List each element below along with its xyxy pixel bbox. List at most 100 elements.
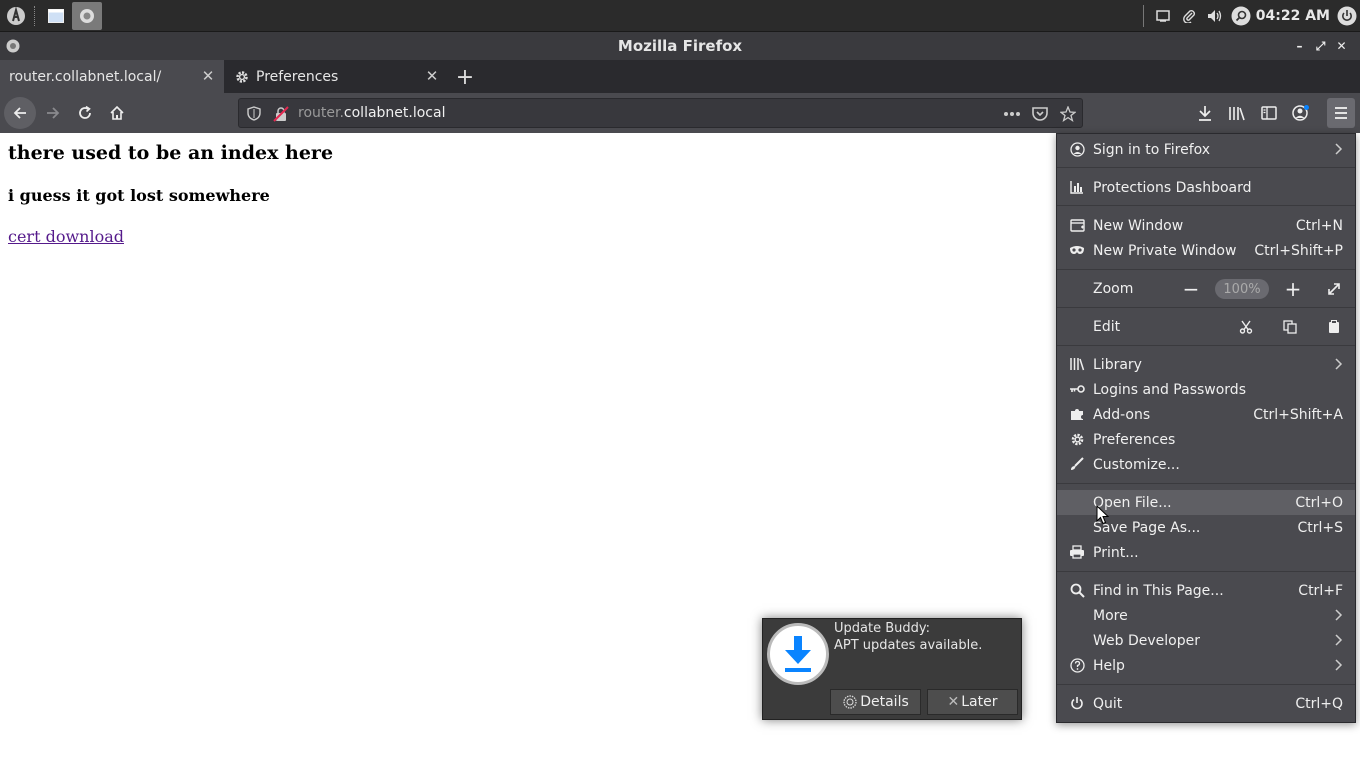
menu-shortcut: Ctrl+Shift+A: [1253, 406, 1343, 423]
maximize-icon[interactable]: ⤢: [1310, 38, 1331, 54]
menu-new-private-window[interactable]: New Private Window Ctrl+Shift+P: [1057, 238, 1355, 263]
downloads-button[interactable]: [1191, 98, 1219, 128]
forward-button[interactable]: [37, 97, 69, 129]
clock[interactable]: 04:22 AM: [1254, 8, 1334, 24]
chevron-right-icon: [1335, 634, 1343, 646]
details-button[interactable]: Details: [830, 689, 921, 715]
paste-button[interactable]: [1323, 316, 1345, 338]
clipboard-icon: [1329, 320, 1339, 333]
back-button[interactable]: [4, 97, 36, 129]
printer-icon: [1069, 544, 1085, 560]
bookmark-star-icon[interactable]: [1060, 106, 1076, 122]
tab-preferences[interactable]: Preferences ✕: [224, 60, 448, 93]
close-tab-icon[interactable]: ✕: [200, 67, 216, 85]
menu-label: Protections Dashboard: [1093, 179, 1252, 196]
chevron-right-icon: [1335, 659, 1343, 671]
menu-customize[interactable]: Customize...: [1057, 452, 1355, 477]
search-icon[interactable]: [1228, 0, 1254, 32]
paperclip-icon[interactable]: [1176, 0, 1202, 32]
menu-sign-in[interactable]: Sign in to Firefox: [1057, 137, 1355, 163]
url-bar[interactable]: router.collabnet.local: [238, 98, 1083, 128]
pocket-icon[interactable]: [1032, 106, 1048, 121]
volume-icon[interactable]: [1202, 0, 1228, 32]
paintbrush-icon: [1069, 456, 1085, 472]
taskbar-firefox-button[interactable]: [72, 2, 102, 30]
gear-icon: [1069, 431, 1085, 447]
shield-icon[interactable]: [247, 106, 261, 121]
url-text[interactable]: router.collabnet.local: [298, 105, 445, 121]
menu-library[interactable]: Library: [1057, 352, 1355, 377]
menu-label: Add-ons: [1093, 406, 1151, 423]
close-tab-icon[interactable]: ✕: [424, 67, 440, 85]
reload-button[interactable]: [69, 97, 101, 129]
later-button[interactable]: ✕ Later: [927, 689, 1018, 715]
app-menu-button[interactable]: [1327, 98, 1355, 128]
zoom-reset-button[interactable]: 100%: [1215, 279, 1269, 299]
window-title: Mozilla Firefox: [617, 37, 743, 55]
menu-separator: [1057, 345, 1355, 346]
menu-label: Customize...: [1093, 456, 1180, 473]
library-button[interactable]: [1223, 98, 1251, 128]
help-icon: [1069, 657, 1085, 673]
menu-help[interactable]: Help: [1057, 653, 1355, 678]
menu-web-developer[interactable]: Web Developer: [1057, 628, 1355, 653]
arrow-left-icon: [13, 107, 26, 119]
insecure-lock-icon[interactable]: [273, 106, 289, 122]
menu-label: Zoom: [1093, 281, 1134, 297]
tab-title: router.collabnet.local/: [9, 68, 162, 85]
tray-separator: [1142, 5, 1144, 27]
menu-separator: [1057, 483, 1355, 484]
chevron-right-icon: [1335, 358, 1343, 370]
library-icon: [1229, 107, 1245, 121]
gear-icon: [234, 69, 250, 85]
update-notification: Update Buddy: APT updates available. Det…: [762, 618, 1022, 720]
menu-print[interactable]: Print...: [1057, 540, 1355, 565]
menu-add-ons[interactable]: Add-ons Ctrl+Shift+A: [1057, 402, 1355, 427]
new-tab-button[interactable]: +: [452, 64, 478, 90]
download-icon: [1199, 106, 1211, 121]
menu-preferences[interactable]: Preferences: [1057, 427, 1355, 452]
close-icon[interactable]: ✕: [1331, 38, 1352, 54]
window-titlebar[interactable]: Mozilla Firefox – ⤢ ✕: [0, 32, 1360, 60]
window-controls: – ⤢ ✕: [1289, 38, 1352, 54]
menu-zoom-row: Zoom − 100% +: [1057, 276, 1355, 302]
close-icon: ✕: [947, 694, 960, 710]
tab-router[interactable]: router.collabnet.local/ ✕: [0, 60, 224, 93]
menu-label: Sign in to Firefox: [1093, 142, 1211, 158]
menu-quit[interactable]: Quit Ctrl+Q: [1057, 691, 1355, 716]
window-icon[interactable]: [1150, 0, 1176, 32]
menu-separator: [1057, 205, 1355, 206]
page-heading: there used to be an index here: [8, 142, 334, 164]
new-window-icon: [1069, 217, 1085, 233]
home-icon: [110, 105, 124, 120]
show-desktop-icon[interactable]: [41, 2, 71, 30]
menu-protections-dashboard[interactable]: Protections Dashboard: [1057, 175, 1355, 200]
home-button[interactable]: [101, 97, 133, 129]
zoom-in-button[interactable]: +: [1282, 277, 1304, 301]
cert-download-link[interactable]: cert download: [8, 227, 124, 246]
cut-button[interactable]: [1235, 316, 1257, 338]
chevron-right-icon: [1335, 143, 1343, 155]
tab-bar: router.collabnet.local/ ✕ Preferences ✕ …: [0, 60, 1360, 93]
app-menu-icon[interactable]: [1, 2, 31, 30]
menu-more[interactable]: More: [1057, 603, 1355, 628]
download-icon: [767, 623, 829, 685]
fullscreen-button[interactable]: [1323, 278, 1345, 300]
menu-logins-passwords[interactable]: Logins and Passwords: [1057, 377, 1355, 402]
account-button[interactable]: [1287, 98, 1315, 128]
menu-find-in-page[interactable]: Find in This Page... Ctrl+F: [1057, 578, 1355, 603]
url-subdomain: router.: [298, 105, 344, 121]
power-icon[interactable]: [1334, 0, 1360, 32]
minimize-icon[interactable]: –: [1289, 38, 1310, 54]
menu-shortcut: Ctrl+O: [1295, 494, 1343, 511]
copy-button[interactable]: [1279, 316, 1301, 338]
menu-label: Edit: [1093, 319, 1121, 335]
sidebar-button[interactable]: [1255, 98, 1283, 128]
page-actions-icon[interactable]: [1003, 111, 1021, 117]
zoom-out-button[interactable]: −: [1180, 277, 1202, 301]
details-label: Details: [860, 694, 909, 710]
url-domain: collabnet.local: [343, 105, 446, 121]
hamburger-icon: [1335, 107, 1347, 119]
menu-new-window[interactable]: New Window Ctrl+N: [1057, 213, 1355, 238]
scissors-icon: [1239, 320, 1253, 334]
